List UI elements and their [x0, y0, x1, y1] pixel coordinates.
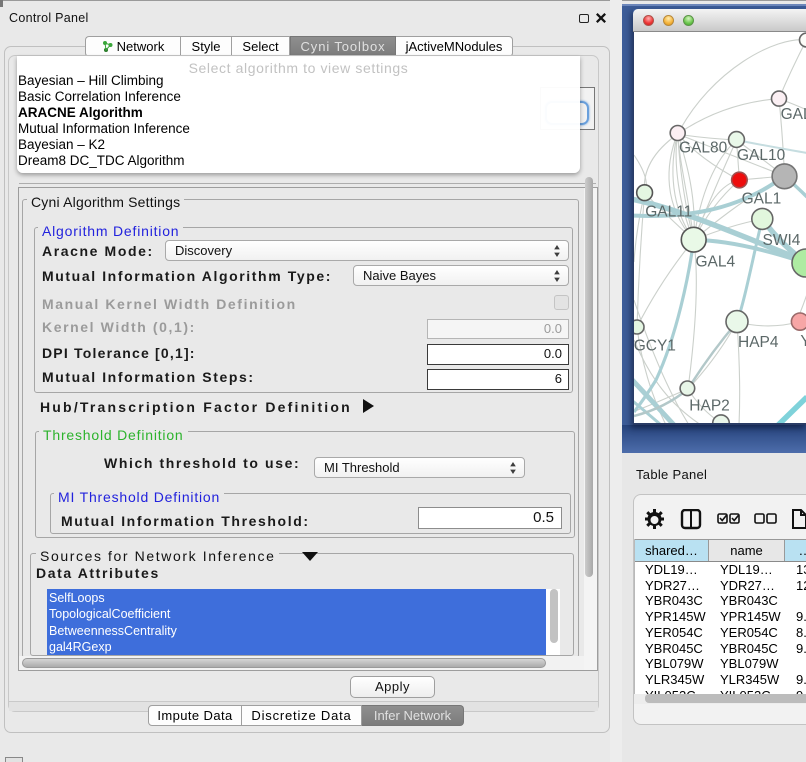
svg-text:HAP2: HAP2 [689, 397, 730, 414]
svg-text:GAL10: GAL10 [737, 147, 786, 164]
svg-text:Y: Y [800, 333, 806, 350]
svg-text:HAP4: HAP4 [738, 334, 779, 351]
svg-text:GAL4: GAL4 [696, 253, 736, 270]
svg-text:GAL7: GAL7 [781, 106, 806, 123]
svg-text:GAL80: GAL80 [679, 140, 728, 157]
svg-text:GAL1: GAL1 [742, 190, 782, 207]
svg-text:GCY1: GCY1 [634, 338, 676, 355]
svg-text:GAL11: GAL11 [645, 204, 692, 221]
svg-text:SWI4: SWI4 [763, 232, 801, 249]
